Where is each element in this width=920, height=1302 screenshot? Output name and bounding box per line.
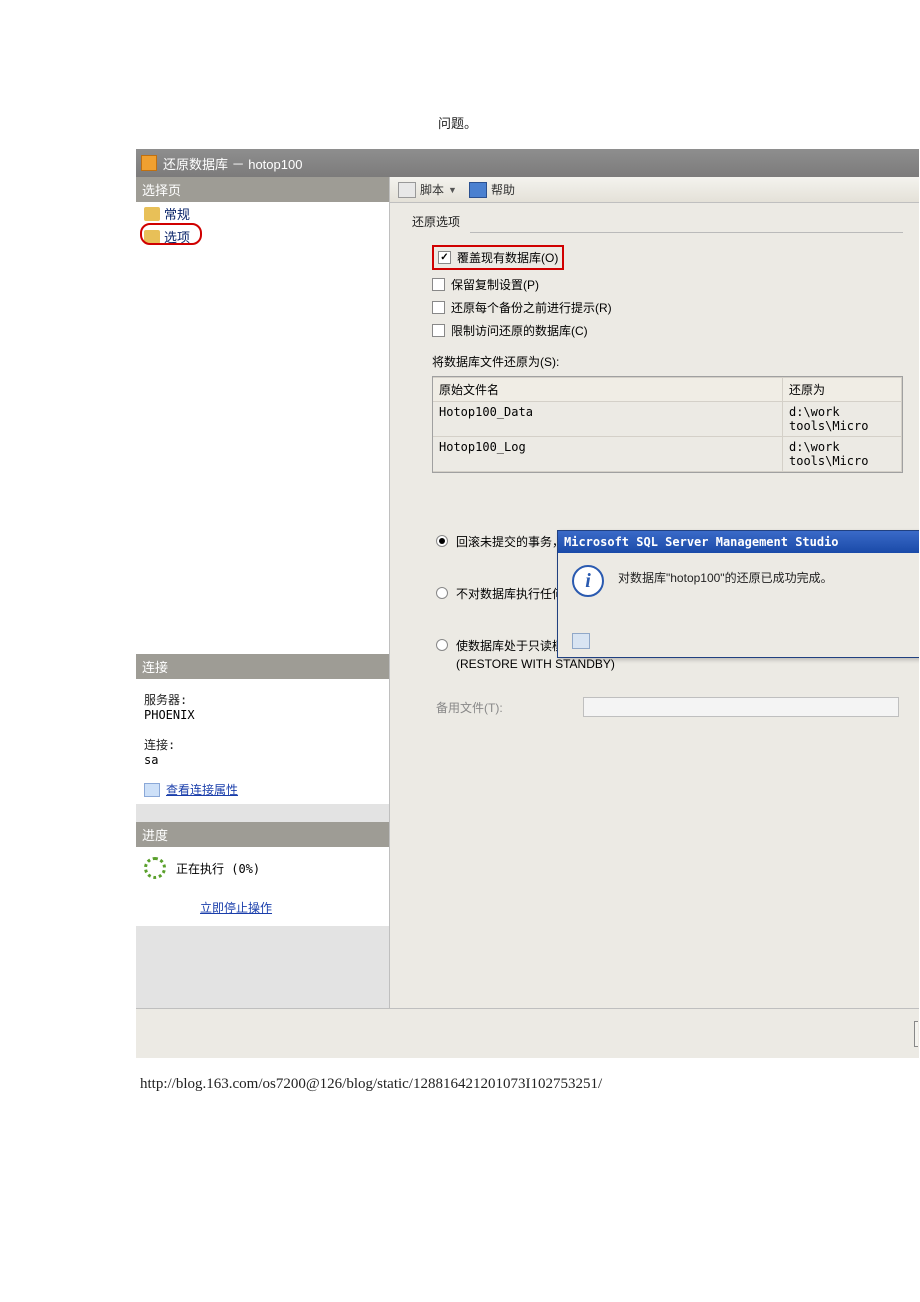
cell-original-2: Hotop100_Log: [433, 437, 783, 472]
spinner-icon: [144, 857, 166, 879]
server-value: PHOENIX: [144, 708, 381, 722]
standby-file-input[interactable]: [583, 697, 899, 717]
script-icon[interactable]: [398, 182, 416, 198]
msgbox-title[interactable]: Microsoft SQL Server Management Studio: [558, 531, 919, 553]
view-connection-props-link[interactable]: 查看连接属性: [166, 781, 238, 798]
grid-header: 原始文件名 还原为: [433, 377, 902, 402]
server-label: 服务器:: [144, 691, 381, 708]
copy-icon[interactable]: [572, 633, 590, 649]
chk-overwrite[interactable]: [438, 251, 451, 264]
section-progress: 进度: [136, 822, 389, 847]
progress-text: 正在执行 (0%): [176, 860, 260, 877]
help-icon[interactable]: [469, 182, 487, 198]
grid-header-restore-as[interactable]: 还原为: [783, 377, 902, 402]
window-titlebar[interactable]: 还原数据库 － hotop100: [136, 149, 919, 177]
button-stub[interactable]: [914, 1021, 918, 1047]
cell-restore-2[interactable]: d:\work tools\Micro: [783, 437, 902, 472]
window-title: 还原数据库 － hotop100: [163, 154, 302, 173]
section-connection: 连接: [136, 654, 389, 679]
chk-restrict-access[interactable]: [432, 324, 445, 337]
conn-value: sa: [144, 753, 381, 767]
info-icon: i: [572, 565, 604, 597]
table-row[interactable]: Hotop100_Data d:\work tools\Micro: [433, 402, 902, 437]
script-dropdown[interactable]: ▼: [448, 185, 457, 195]
grid-header-original[interactable]: 原始文件名: [433, 377, 783, 402]
pages-tree: 常规 选项: [136, 202, 389, 654]
cell-original-1: Hotop100_Data: [433, 402, 783, 437]
tree-item-options[interactable]: 选项: [136, 225, 389, 248]
restore-files-as-label: 将数据库文件还原为(S):: [432, 353, 903, 370]
progress-panel: 正在执行 (0%) 立即停止操作: [136, 847, 389, 926]
restore-options-label: 还原选项: [412, 213, 903, 230]
standby-file-label: 备用文件(T):: [436, 699, 503, 716]
chk-restrict-label: 限制访问还原的数据库(C): [451, 322, 588, 339]
tree-label-options: 选项: [164, 227, 190, 246]
script-button[interactable]: 脚本: [420, 181, 444, 198]
files-grid[interactable]: 原始文件名 还原为 Hotop100_Data d:\work tools\Mi…: [432, 376, 903, 473]
conn-label: 连接:: [144, 736, 381, 753]
chk-prompt-label: 还原每个备份之前进行提示(R): [451, 299, 612, 316]
cell-restore-1[interactable]: d:\work tools\Micro: [783, 402, 902, 437]
table-row[interactable]: Hotop100_Log d:\work tools\Micro: [433, 437, 902, 472]
properties-icon: [144, 783, 160, 797]
help-button[interactable]: 帮助: [491, 181, 515, 198]
options-toolbar: 脚本 ▼ 帮助: [390, 177, 919, 203]
page-icon: [144, 230, 160, 244]
db-icon: [141, 155, 157, 171]
chk-prompt-before-restore[interactable]: [432, 301, 445, 314]
chk-overwrite-label: 覆盖现有数据库(O): [457, 249, 558, 266]
highlight-overwrite: 覆盖现有数据库(O): [432, 245, 564, 270]
right-pane: 脚本 ▼ 帮助 还原选项 覆盖现有数据库(O): [390, 177, 919, 1008]
section-select-pages: 选择页: [136, 177, 389, 202]
connection-panel: 服务器: PHOENIX 连接: sa 查看连接属性: [136, 679, 389, 804]
restore-db-window: 还原数据库 － hotop100 选择页 常规 选项 连接: [135, 148, 920, 1009]
msgbox-text: 对数据库"hotop100"的还原已成功完成。: [618, 565, 833, 597]
radio-recovery[interactable]: [436, 535, 448, 547]
radio-norecovery[interactable]: [436, 587, 448, 599]
left-pane: 选择页 常规 选项 连接 服务器: PHOENIX 连: [136, 177, 390, 1008]
page-icon: [144, 207, 160, 221]
radio-standby[interactable]: [436, 639, 448, 651]
source-url: http://blog.163.com/os7200@126/blog/stat…: [140, 1076, 602, 1093]
chk-keep-replication[interactable]: [432, 278, 445, 291]
page-caption: 问题。: [438, 113, 477, 132]
window-bottom-bar: [136, 1008, 919, 1058]
success-messagebox: Microsoft SQL Server Management Studio i…: [557, 530, 919, 658]
chk-keep-replication-label: 保留复制设置(P): [451, 276, 539, 293]
tree-item-general[interactable]: 常规: [136, 202, 389, 225]
tree-label-general: 常规: [164, 204, 190, 223]
stop-now-link[interactable]: 立即停止操作: [200, 901, 272, 915]
